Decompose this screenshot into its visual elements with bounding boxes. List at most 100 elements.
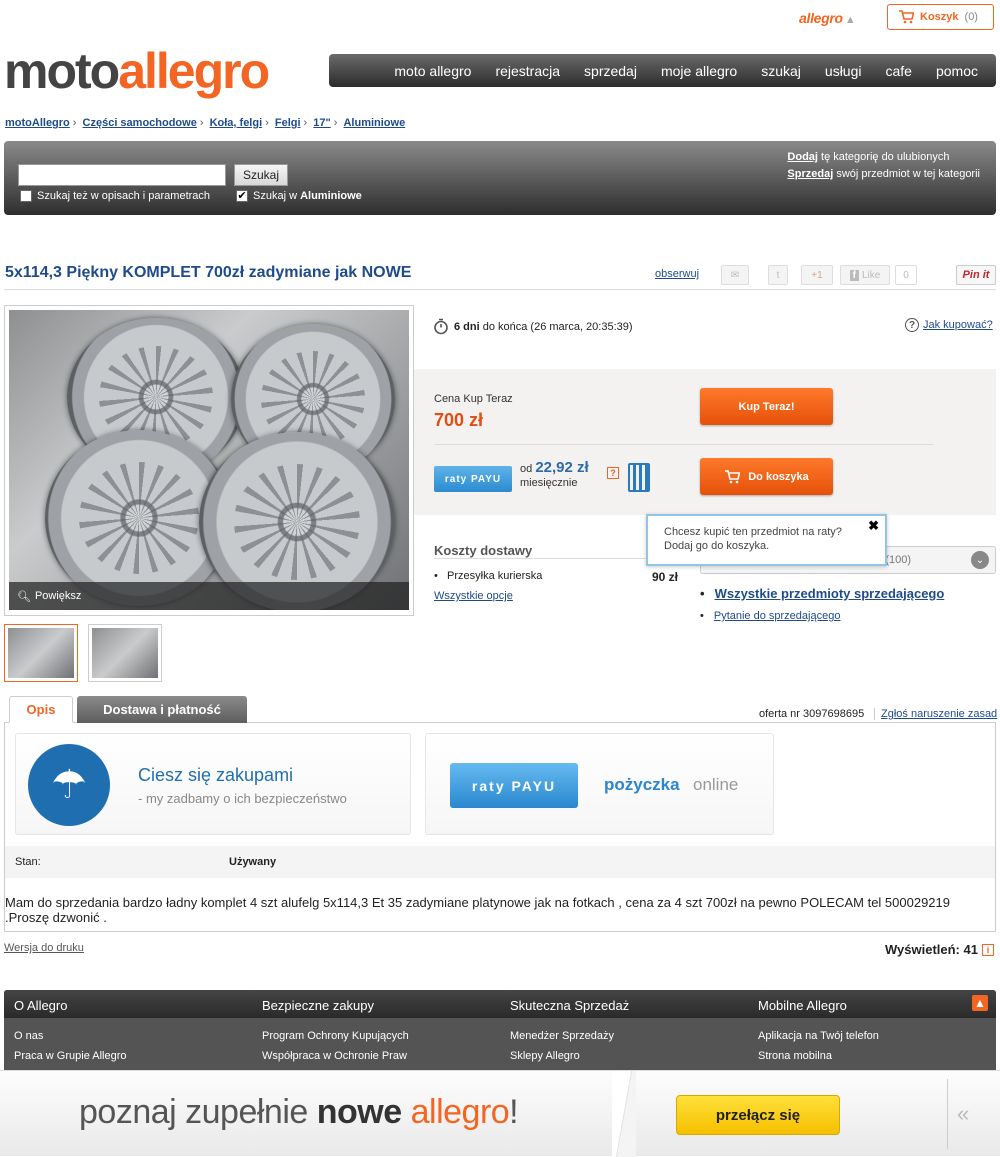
page-title: 5x114,3 Piękny KOMPLET 700zł zadymiane j… [5,264,412,281]
footer-link[interactable]: Praca w Grupie Allegro [14,1046,127,1066]
info-icon[interactable]: i [981,943,994,956]
search-in-category-label: Szukaj w Aluminiowe [253,190,362,202]
divider [4,289,996,290]
search-in-category-checkbox[interactable]: ✔ [236,190,248,202]
nav-moje-allegro[interactable]: moje allegro [649,63,749,79]
all-shipping-options-link[interactable]: Wszystkie opcje [434,590,513,602]
motoallegro-logo[interactable]: motoallegro [4,40,270,102]
cart-count: (0) [964,11,978,23]
switch-button[interactable]: przełącz się [676,1095,840,1135]
payu-loan-banner[interactable]: raty PAYU pożyczka online [425,733,774,835]
footer-link[interactable]: Współpraca w Ochronie Praw [262,1046,409,1066]
condition-label: Stan: [15,856,41,868]
tab-description[interactable]: Opis [9,696,73,723]
raty-payu-logo: raty PAYU [450,763,578,808]
cart-icon [899,10,914,24]
sell-in-category-link[interactable]: Sprzedaj [787,168,833,180]
days-left: 6 dni [454,320,480,333]
safe-shopping-banner[interactable]: ☂ Ciesz się zakupami - my zadbamy o ich … [15,733,411,835]
tab-delivery-payment[interactable]: Dostawa i płatność [77,696,247,723]
new-allegro-banner: poznaj zupełnie nowe allegro! przełącz s… [0,1070,1000,1157]
breadcrumb-item[interactable]: Aluminiowe [343,117,405,129]
scroll-top-icon[interactable]: ▲ [972,995,988,1011]
installment-amount: 22,92 zł [535,459,589,476]
footer-link[interactable]: O nas [14,1026,127,1046]
footer: O Allegro Bezpieczne zakupy Skuteczna Sp… [4,990,996,1080]
seller-items-link[interactable]: Wszystkie przedmioty sprzedającego [715,586,945,601]
stopwatch-icon [434,318,448,335]
main-product-image[interactable]: 🔍︎ Powiększ [4,305,414,616]
collapse-icon[interactable]: « [957,1101,969,1127]
search-button[interactable]: Szukaj [234,164,288,186]
cart-button[interactable]: Koszyk (0) [887,4,994,30]
buy-now-button[interactable]: Kup Teraz! [700,388,833,425]
facebook-icon: f [849,269,859,281]
calculator-icon[interactable] [628,463,650,492]
nav-szukaj[interactable]: szukaj [749,63,813,79]
end-date: do końca (26 marca, 20:35:39) [479,320,633,333]
help-icon[interactable]: ? [607,467,619,479]
observe-link[interactable]: obserwuj [655,268,699,280]
nav-moto-allegro[interactable]: moto allegro [382,63,483,79]
price-label: Cena Kup Teraz [434,393,513,405]
ask-seller-link[interactable]: Pytanie do sprzedającego [714,610,841,622]
print-version-link[interactable]: Wersja do druku [4,942,84,954]
footer-link[interactable]: Menedżer Sprzedaży [510,1026,614,1046]
google-plus-button[interactable]: +1 [801,265,833,285]
search-descriptions-checkbox[interactable] [20,190,32,202]
search-in-category-option[interactable]: ✔ Szukaj w Aluminiowe [236,190,362,202]
divider [947,1079,948,1149]
nav-cafe[interactable]: cafe [874,63,924,79]
seller-items: • Wszystkie przedmioty sprzedającego [700,586,945,601]
report-violation-link[interactable]: Zgłoś naruszenie zasad [874,708,997,720]
how-to-buy-link[interactable]: Jak kupować? [923,319,993,331]
seller-rating: (100) [885,554,911,566]
cart-label: Koszyk [920,11,959,23]
offer-number: oferta nr 3097698695 [759,708,865,720]
top-bar: allegro ▲ Koszyk (0) [0,0,1000,40]
nav-pomoc[interactable]: pomoc [924,63,990,79]
question-icon: ? [905,318,919,332]
nav-sprzedaj[interactable]: sprzedaj [572,63,649,79]
footer-heading: Skuteczna Sprzedaż [510,998,630,1013]
banner-divider [612,1071,636,1157]
footer-link[interactable]: Strona mobilna [758,1046,879,1066]
allegro-home-link[interactable]: allegro ▲ [799,10,856,26]
footer-heading: Bezpieczne zakupy [262,998,375,1013]
breadcrumb-item[interactable]: Felgi [275,117,301,129]
main-nav: moto allegro rejestracja sprzedaj moje a… [329,54,996,87]
cart-icon [725,469,741,483]
nav-uslugi[interactable]: usługi [813,63,874,79]
price: 700 zł [434,410,484,430]
how-to-buy[interactable]: ? Jak kupować? [905,318,993,332]
email-share-icon[interactable]: ✉ [721,265,749,285]
pinterest-button[interactable]: Pin it [956,265,996,285]
add-to-cart-button[interactable]: Do koszyka [700,458,833,495]
search-panel: Szukaj Szukaj też w opisach i parametrac… [4,141,996,215]
zoom-button[interactable]: 🔍︎ Powiększ [9,582,409,610]
buy-box: Cena Kup Teraz 700 zł Kup Teraz! raty PA… [414,369,996,515]
facebook-like-button[interactable]: f Like [840,265,890,285]
footer-heading: O Allegro [14,998,68,1013]
close-icon[interactable]: ✖ [868,519,879,533]
breadcrumb-item[interactable]: motoAllegro [5,117,70,129]
footer-heading: Mobilne Allegro [758,998,847,1013]
search-descriptions-option[interactable]: Szukaj też w opisach i parametrach [20,190,210,202]
thumbnail-image [8,628,74,678]
footer-link[interactable]: Aplikacja na Twój telefon [758,1026,879,1046]
thumbnail-1[interactable] [4,624,78,682]
raty-payu-logo[interactable]: raty PAYU [434,466,512,492]
nav-rejestracja[interactable]: rejestracja [483,63,572,79]
thumbnail-2[interactable] [88,624,162,682]
add-favorite-link[interactable]: Dodaj [787,151,818,163]
footer-link[interactable]: Program Ochrony Kupujących [262,1026,409,1046]
twitter-icon[interactable]: t [768,265,788,285]
breadcrumb-item[interactable]: Części samochodowe [83,117,197,129]
breadcrumb-item[interactable]: 17" [313,117,330,129]
category-links: Dodaj tę kategorię do ulubionych Sprzeda… [787,151,980,180]
breadcrumb-item[interactable]: Koła, felgi [210,117,263,129]
auction-timer: 6 dni do końca (26 marca, 20:35:39) [433,318,633,335]
footer-link[interactable]: Sklepy Allegro [510,1046,614,1066]
search-input[interactable] [18,164,226,186]
footer-header [4,990,996,1018]
